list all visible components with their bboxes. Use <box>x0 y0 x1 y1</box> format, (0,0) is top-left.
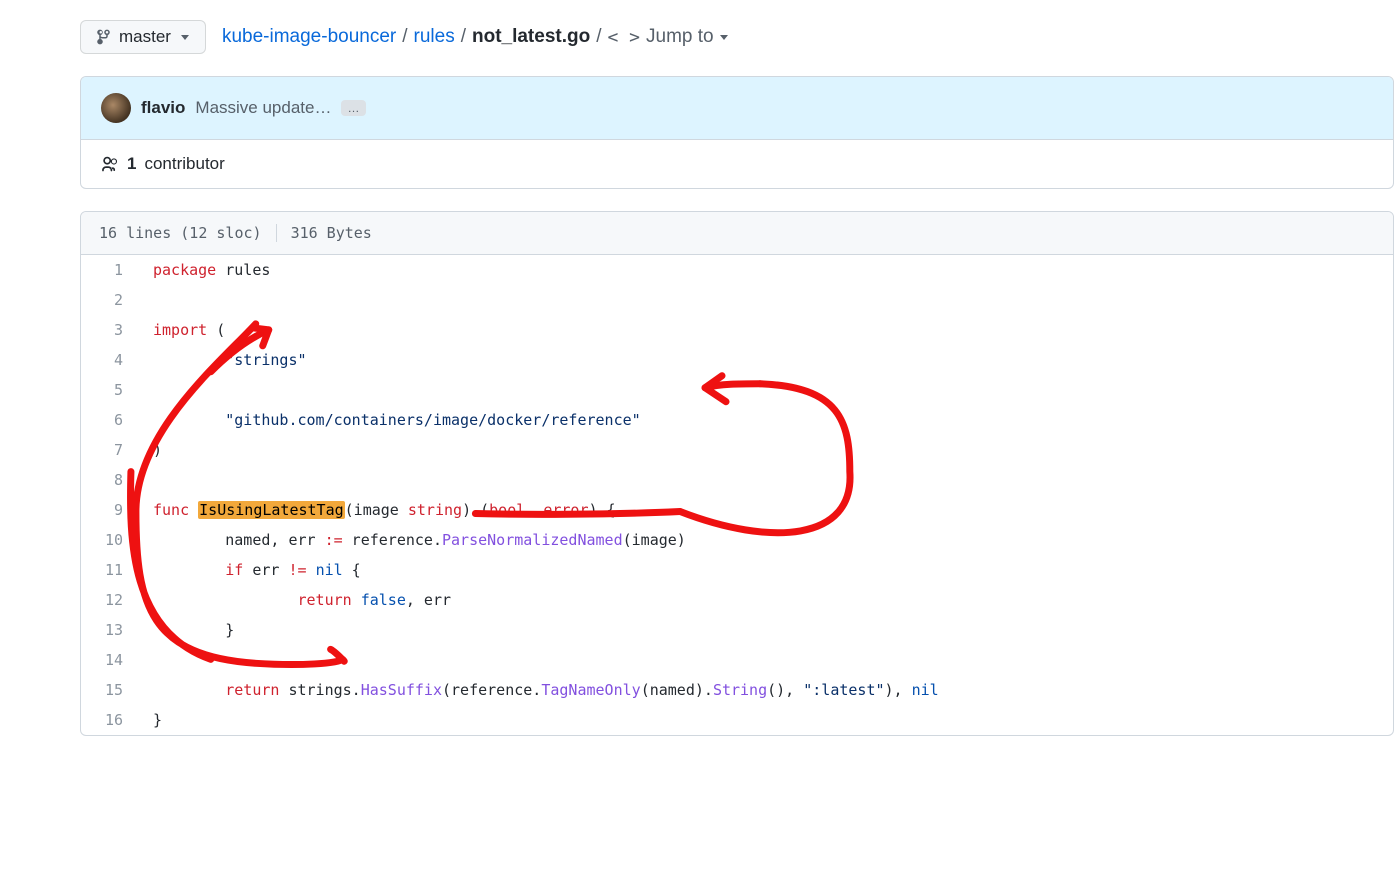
branch-name: master <box>119 27 171 47</box>
commit-message[interactable]: Massive update… <box>195 98 331 118</box>
branch-selector[interactable]: master <box>80 20 206 54</box>
line-content: return strings.HasSuffix(reference.TagNa… <box>141 675 1393 705</box>
line-content: ) <box>141 435 1393 465</box>
line-content: } <box>141 705 1393 735</box>
blob-info-bar: 16 lines (12 sloc) 316 Bytes <box>81 212 1393 255</box>
line-content: package rules <box>141 255 1393 285</box>
line-number[interactable]: 1 <box>81 255 141 285</box>
code-line: 7) <box>81 435 1393 465</box>
line-number[interactable]: 10 <box>81 525 141 555</box>
commit-author[interactable]: flavio <box>141 98 185 118</box>
code-icon: < > <box>608 27 641 48</box>
code-line: 3import ( <box>81 315 1393 345</box>
line-number[interactable]: 9 <box>81 495 141 525</box>
line-number[interactable]: 11 <box>81 555 141 585</box>
code-line: 2 <box>81 285 1393 315</box>
code-line: 6 "github.com/containers/image/docker/re… <box>81 405 1393 435</box>
breadcrumb: kube-image-bouncer / rules / not_latest.… <box>222 26 728 48</box>
line-number[interactable]: 15 <box>81 675 141 705</box>
caret-down-icon <box>181 35 189 40</box>
line-number[interactable]: 6 <box>81 405 141 435</box>
line-number[interactable]: 16 <box>81 705 141 735</box>
jump-to-dropdown[interactable]: < > Jump to <box>608 26 728 48</box>
code-line: 5 <box>81 375 1393 405</box>
breadcrumb-separator: / <box>402 26 407 48</box>
line-number[interactable]: 3 <box>81 315 141 345</box>
expand-commit-button[interactable]: … <box>341 100 366 117</box>
line-number[interactable]: 13 <box>81 615 141 645</box>
caret-down-icon <box>720 35 728 40</box>
line-content <box>141 375 1393 405</box>
commit-box: flavio Massive update… … 1 contributor <box>80 76 1394 189</box>
line-number[interactable]: 4 <box>81 345 141 375</box>
line-content: return false, err <box>141 585 1393 615</box>
source-code: 1package rules23import (4 "strings"56 "g… <box>81 255 1393 735</box>
contributors-row[interactable]: 1 contributor <box>81 140 1393 188</box>
vertical-separator <box>276 224 277 242</box>
code-line: 1package rules <box>81 255 1393 285</box>
line-content: "strings" <box>141 345 1393 375</box>
breadcrumb-dir[interactable]: rules <box>414 26 455 48</box>
code-line: 11 if err != nil { <box>81 555 1393 585</box>
line-content: import ( <box>141 315 1393 345</box>
line-number[interactable]: 14 <box>81 645 141 675</box>
code-line: 14 <box>81 645 1393 675</box>
blob-wrapper: 16 lines (12 sloc) 316 Bytes 1package ru… <box>80 211 1394 736</box>
contributors-label: contributor <box>144 154 224 174</box>
code-line: 16} <box>81 705 1393 735</box>
file-header-row: master kube-image-bouncer / rules / not_… <box>80 20 1394 54</box>
line-content <box>141 465 1393 495</box>
line-number[interactable]: 7 <box>81 435 141 465</box>
code-line: 13 } <box>81 615 1393 645</box>
line-number[interactable]: 12 <box>81 585 141 615</box>
line-content: "github.com/containers/image/docker/refe… <box>141 405 1393 435</box>
code-line: 12 return false, err <box>81 585 1393 615</box>
blob-bytes: 316 Bytes <box>291 224 372 242</box>
contributors-count: 1 <box>127 154 136 174</box>
line-content: named, err := reference.ParseNormalizedN… <box>141 525 1393 555</box>
line-content <box>141 645 1393 675</box>
line-number[interactable]: 5 <box>81 375 141 405</box>
line-content <box>141 285 1393 315</box>
jump-to-label: Jump to <box>646 26 714 48</box>
people-icon <box>101 155 119 173</box>
line-number[interactable]: 8 <box>81 465 141 495</box>
git-branch-icon <box>97 29 113 45</box>
code-line: 10 named, err := reference.ParseNormaliz… <box>81 525 1393 555</box>
code-line: 9func IsUsingLatestTag(image string) (bo… <box>81 495 1393 525</box>
blob-lines-sloc: 16 lines (12 sloc) <box>99 224 262 242</box>
latest-commit-row: flavio Massive update… … <box>81 77 1393 140</box>
avatar[interactable] <box>101 93 131 123</box>
line-content: func IsUsingLatestTag(image string) (boo… <box>141 495 1393 525</box>
breadcrumb-repo[interactable]: kube-image-bouncer <box>222 26 396 48</box>
line-number[interactable]: 2 <box>81 285 141 315</box>
code-line: 15 return strings.HasSuffix(reference.Ta… <box>81 675 1393 705</box>
breadcrumb-file: not_latest.go <box>472 26 590 48</box>
breadcrumb-separator: / <box>596 26 601 48</box>
line-content: } <box>141 615 1393 645</box>
breadcrumb-separator: / <box>461 26 466 48</box>
code-line: 4 "strings" <box>81 345 1393 375</box>
code-line: 8 <box>81 465 1393 495</box>
line-content: if err != nil { <box>141 555 1393 585</box>
